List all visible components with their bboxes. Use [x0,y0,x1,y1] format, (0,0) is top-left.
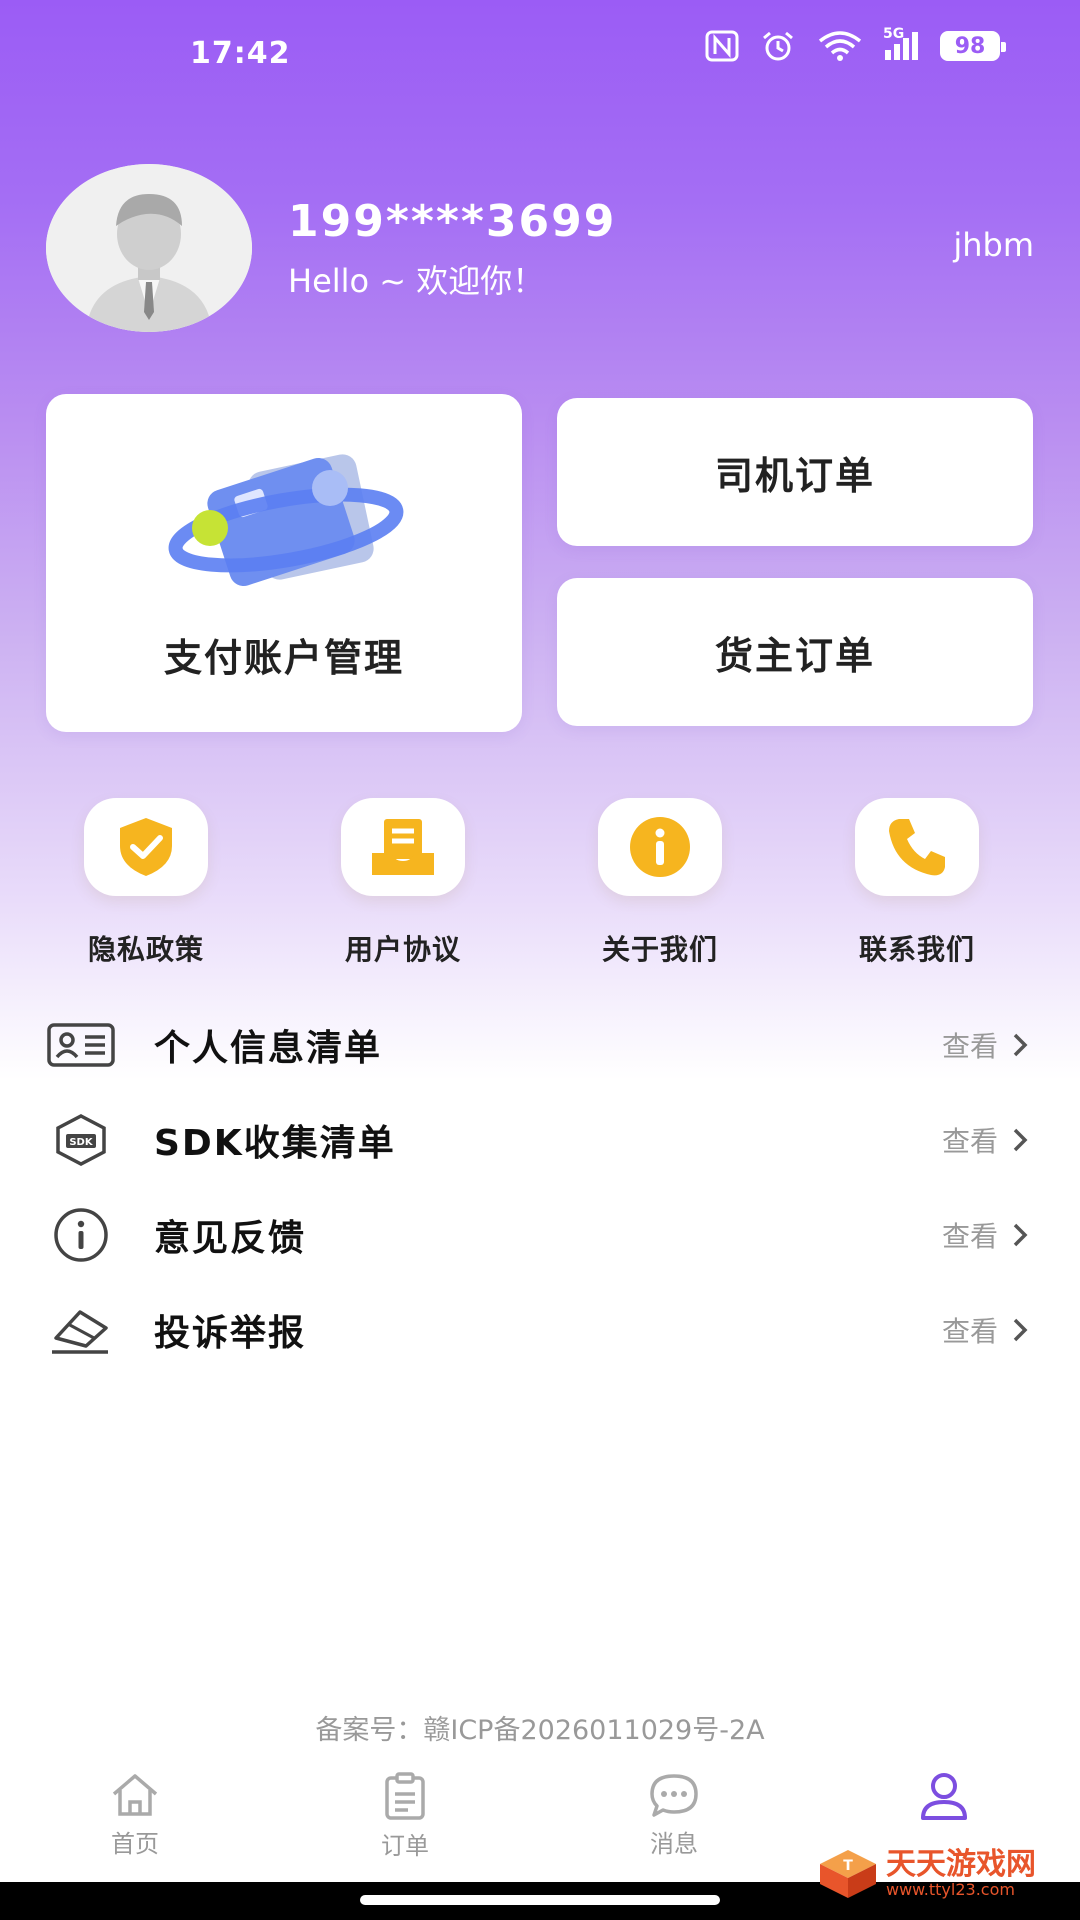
list-item-title: 意见反馈 [154,1218,307,1259]
payment-account-card[interactable]: 支付账户管理 [46,394,522,732]
quick-link-tile [341,798,465,896]
phone-icon [889,819,945,876]
status-time: 17:42 [190,36,291,71]
tab-label: 首页 [111,1830,159,1858]
quick-link-label: 联系我们 [858,933,975,966]
tab-profile[interactable] [854,1772,1034,1826]
greeting-text: Hello ~ 欢迎你！ [288,262,545,300]
signal-icon: 5G [883,26,918,60]
quick-link-tile [84,798,208,896]
shield-check-icon [120,818,172,876]
user-icon [921,1773,967,1820]
alarm-icon [763,31,793,61]
info-circle-icon [54,1208,108,1262]
list-item-complaint[interactable]: 投诉举报 查看 [46,1285,1036,1375]
watermark-url: www.ttyl23.com [886,1879,1015,1899]
tab-orders[interactable]: 订单 [315,1772,495,1861]
user-phone: 199****3699 [288,196,617,247]
list-item-title: 投诉举报 [154,1313,307,1354]
driver-orders-card[interactable]: 司机订单 [557,398,1033,546]
watermark: T 天天游戏网 www.ttyl23.com [818,1848,1036,1900]
info-icon [630,817,690,877]
tab-messages[interactable]: 消息 [584,1772,764,1859]
list-item-personal-info[interactable]: 个人信息清单 查看 [46,1000,1036,1090]
bank-card-icon [168,454,404,586]
home-indicator[interactable] [360,1895,720,1905]
quick-link-contact-us[interactable]: 联系我们 [817,798,1017,968]
quick-link-user-agreement[interactable]: 用户协议 [303,798,503,968]
quick-link-tile [598,798,722,896]
quick-link-about-us[interactable]: 关于我们 [560,798,760,968]
chevron-right-icon [1013,1033,1028,1057]
quick-link-privacy[interactable]: 隐私政策 [46,798,246,968]
nfc-icon [705,30,739,62]
view-link: 查看 [941,1315,998,1348]
chat-icon [650,1774,698,1817]
user-tag[interactable]: jhbm [953,226,1034,264]
quick-link-label: 用户协议 [344,933,461,966]
list-item-title: SDK收集清单 [154,1123,396,1164]
view-link: 查看 [941,1030,998,1063]
chevron-right-icon [1013,1223,1028,1247]
owner-orders-card[interactable]: 货主订单 [557,578,1033,726]
network-type: 5G [883,26,905,42]
chevron-right-icon [1013,1318,1028,1342]
avatar-person-icon [46,164,252,332]
owner-orders-label: 货主订单 [714,633,875,678]
svg-text:T: T [843,1858,853,1874]
quick-link-label: 关于我们 [601,933,718,966]
sdk-cube-icon: SDK [56,1114,106,1166]
clipboard-icon [385,1772,425,1820]
tab-home[interactable]: 首页 [45,1772,225,1859]
home-icon [112,1774,158,1816]
list-item-sdk[interactable]: SDK SDK收集清单 查看 [46,1095,1036,1185]
watermark-logo-icon: T [820,1850,876,1898]
battery-level: 98 [954,33,986,59]
view-link: 查看 [941,1220,998,1253]
view-link: 查看 [941,1125,998,1158]
driver-orders-label: 司机订单 [714,453,875,498]
list-item-title: 个人信息清单 [154,1028,383,1069]
list-item-feedback[interactable]: 意见反馈 查看 [46,1190,1036,1280]
wifi-icon [818,31,862,61]
quick-link-label: 隐私政策 [87,933,204,966]
quick-link-tile [855,798,979,896]
payment-account-label: 支付账户管理 [163,636,404,680]
icp-record: 备案号：赣ICP备2026011029号-2A [315,1715,765,1746]
eraser-icon [52,1310,108,1354]
id-card-icon [47,1023,115,1067]
tab-label: 订单 [381,1832,429,1860]
svg-text:SDK: SDK [69,1137,94,1148]
avatar[interactable] [46,164,252,332]
watermark-name: 天天游戏网 [886,1846,1036,1882]
document-tray-icon [372,819,434,875]
status-icons: 5G 98 [705,26,1006,62]
tab-label: 消息 [650,1830,698,1858]
chevron-right-icon [1013,1128,1028,1152]
battery-icon: 98 [940,31,1006,61]
